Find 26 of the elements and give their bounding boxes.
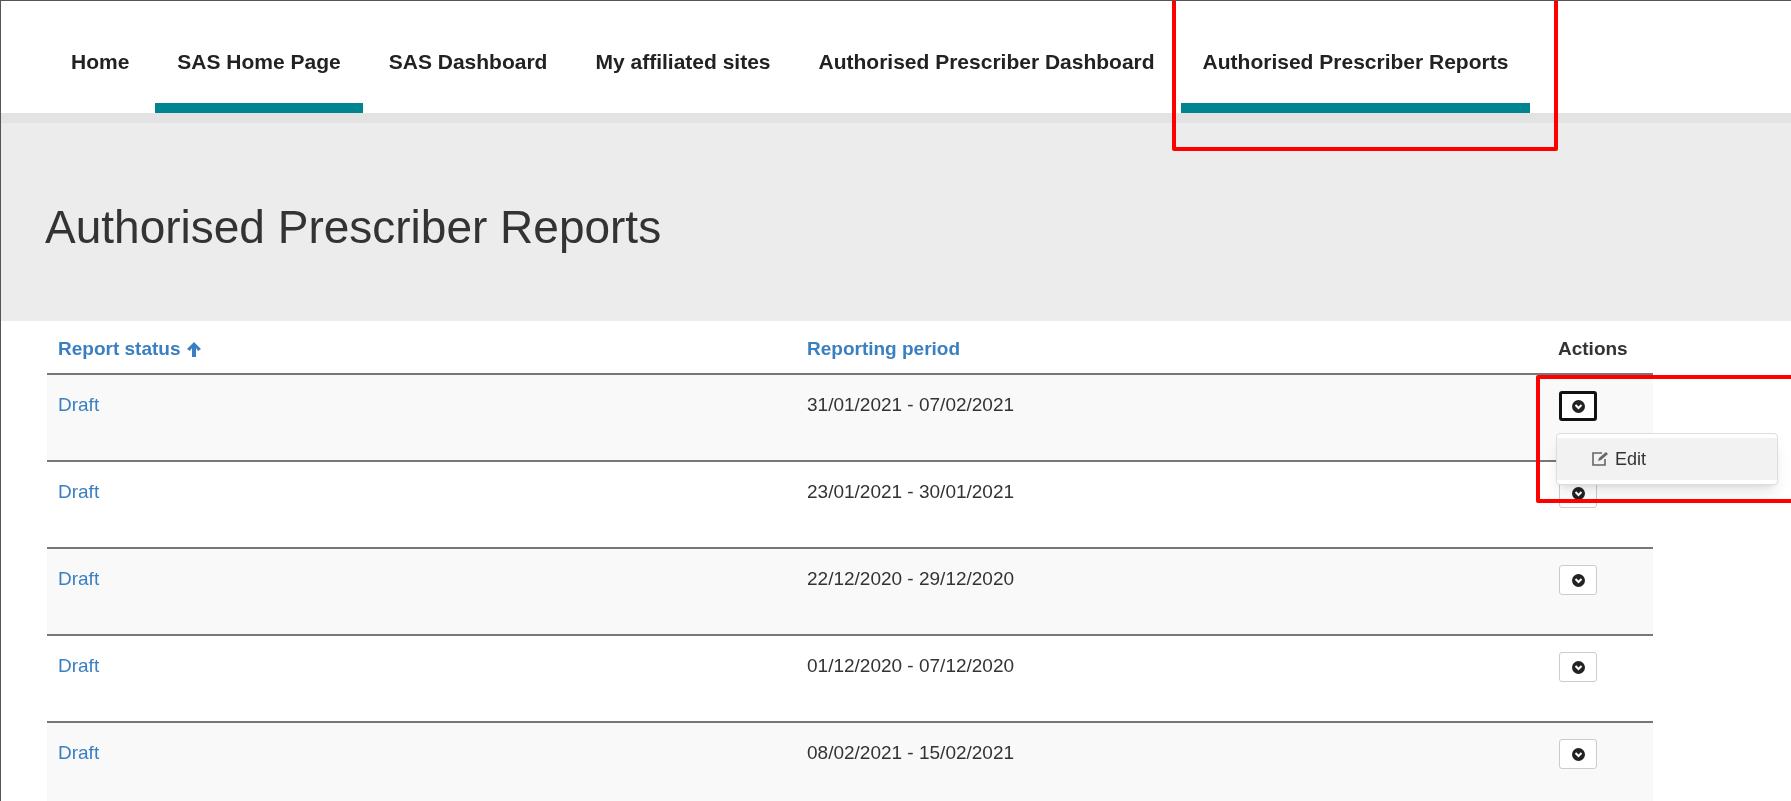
- table-cell: 01/12/2020 - 07/12/2020: [807, 655, 1015, 676]
- status-link[interactable]: Draft: [58, 394, 100, 415]
- nav-tab[interactable]: My affiliated sites: [573, 45, 793, 113]
- status-link[interactable]: Draft: [58, 481, 100, 502]
- table-cell: 23/01/2021 - 30/01/2021: [807, 481, 1015, 502]
- column-header[interactable]: Reporting period: [807, 334, 961, 364]
- column-header: Actions: [1558, 336, 1628, 361]
- edit-icon: [1591, 451, 1609, 467]
- page-title: Authorised Prescriber Reports: [45, 199, 662, 255]
- nav-tab[interactable]: Authorised Prescriber Dashboard: [796, 45, 1177, 113]
- chevron-down-icon: [1571, 747, 1585, 761]
- chevron-down-icon: [1571, 399, 1585, 413]
- nav-tab[interactable]: Home: [49, 45, 152, 113]
- table-cell: 31/01/2021 - 07/02/2021: [807, 394, 1015, 415]
- table-cell: 22/12/2020 - 29/12/2020: [807, 568, 1015, 589]
- status-link[interactable]: Draft: [58, 568, 100, 589]
- status-link[interactable]: Draft: [58, 655, 100, 676]
- chevron-down-icon: [1571, 486, 1585, 500]
- chevron-down-icon: [1571, 660, 1585, 674]
- chevron-down-icon: [1571, 573, 1585, 587]
- column-header[interactable]: Report status: [58, 334, 181, 364]
- status-link[interactable]: Draft: [58, 742, 100, 763]
- table-cell: 08/02/2021 - 15/02/2021: [807, 742, 1015, 763]
- menu-item[interactable]: Edit: [1557, 438, 1777, 480]
- nav-tab[interactable]: SAS Dashboard: [366, 45, 570, 113]
- actions-dropdown-button[interactable]: [1559, 391, 1597, 421]
